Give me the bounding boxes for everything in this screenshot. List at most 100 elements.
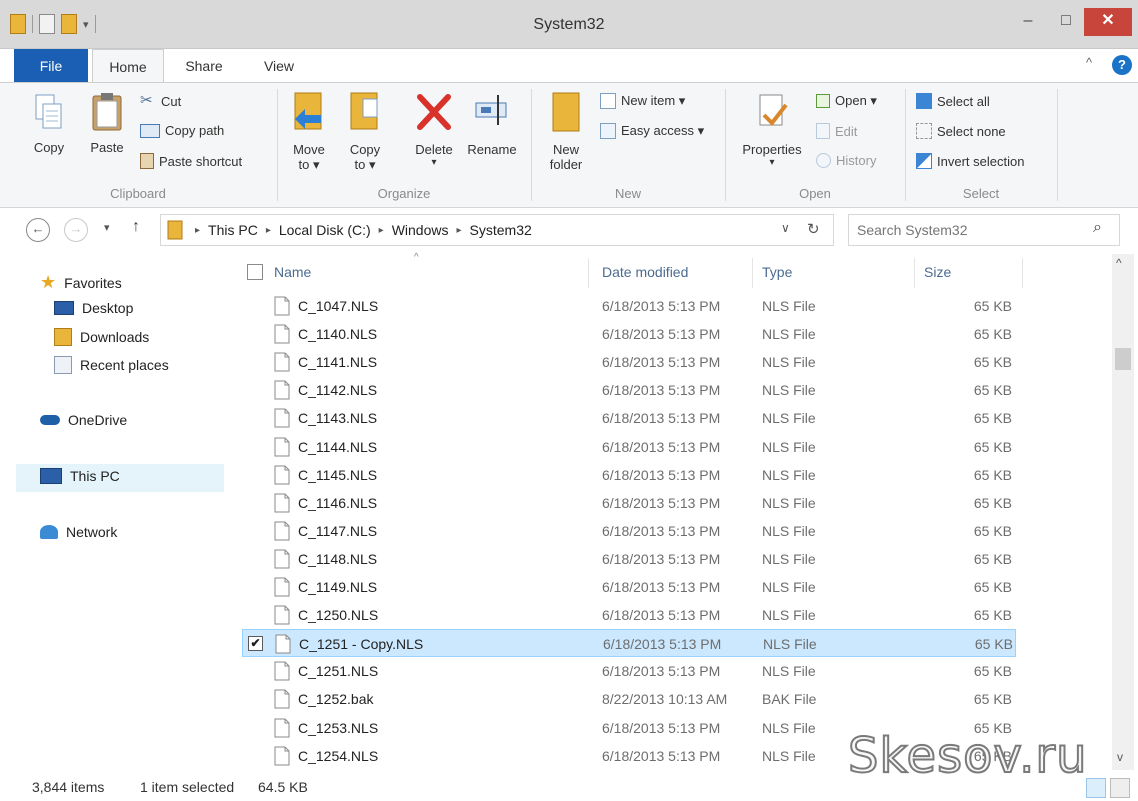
- breadcrumb-this-pc[interactable]: This PC: [208, 222, 258, 238]
- column-header-type[interactable]: Type: [762, 264, 792, 280]
- search-input[interactable]: [855, 219, 1079, 241]
- ribbon-collapse-icon[interactable]: ^: [1086, 55, 1092, 70]
- minimize-button[interactable]: –: [1008, 8, 1048, 36]
- tab-file[interactable]: File: [14, 49, 88, 82]
- file-date-modified: 6/18/2013 5:13 PM: [602, 410, 721, 427]
- copy-path-button[interactable]: Copy path: [140, 123, 224, 138]
- select-all-button[interactable]: Select all: [916, 93, 990, 109]
- select-none-button[interactable]: Select none: [916, 123, 1006, 139]
- file-row[interactable]: C_1250.NLS 6/18/2013 5:13 PM NLS File 65 KB: [242, 601, 1014, 629]
- open-button[interactable]: Open ▾: [816, 93, 877, 109]
- rename-button[interactable]: Rename: [462, 89, 522, 157]
- file-row[interactable]: C_1142.NLS 6/18/2013 5:13 PM NLS File 65 KB: [242, 376, 1014, 404]
- copy-to-button[interactable]: Copy to ▾: [342, 89, 388, 173]
- file-row[interactable]: C_1148.NLS 6/18/2013 5:13 PM NLS File 65 KB: [242, 545, 1014, 573]
- breadcrumb-windows[interactable]: Windows: [392, 222, 449, 238]
- column-header-name[interactable]: Name: [274, 264, 311, 280]
- breadcrumb-separator[interactable]: ▸: [456, 225, 461, 236]
- edit-button[interactable]: Edit: [816, 123, 857, 139]
- file-row[interactable]: C_1144.NLS 6/18/2013 5:13 PM NLS File 65 KB: [242, 433, 1014, 461]
- recent-locations-button[interactable]: ▾: [104, 221, 110, 234]
- file-size: 65 KB: [973, 607, 1012, 624]
- file-row[interactable]: C_1145.NLS 6/18/2013 5:13 PM NLS File 65 KB: [242, 461, 1014, 489]
- cut-button[interactable]: ✂ Cut: [140, 93, 181, 109]
- column-divider[interactable]: [914, 258, 915, 288]
- history-button[interactable]: History: [816, 153, 876, 168]
- file-date-modified: 6/18/2013 5:13 PM: [602, 438, 721, 455]
- forward-button[interactable]: →: [64, 218, 88, 242]
- file-row[interactable]: C_1047.NLS 6/18/2013 5:13 PM NLS File 65 KB: [242, 292, 1014, 320]
- new-group: New folder New item ▾ Easy access ▾ New: [532, 83, 724, 207]
- file-row[interactable]: C_1147.NLS 6/18/2013 5:13 PM NLS File 65 KB: [242, 517, 1014, 545]
- nav-item-desktop[interactable]: Desktop: [54, 300, 133, 316]
- search-box[interactable]: ⌕: [848, 214, 1120, 246]
- file-row[interactable]: C_1149.NLS 6/18/2013 5:13 PM NLS File 65 KB: [242, 573, 1014, 601]
- file-row[interactable]: C_1140.NLS 6/18/2013 5:13 PM NLS File 65 KB: [242, 320, 1014, 348]
- breadcrumb-system32[interactable]: System32: [470, 222, 532, 238]
- nav-item-recent-places[interactable]: Recent places: [54, 356, 169, 374]
- nav-item-favorites[interactable]: ★ Favorites: [40, 272, 122, 293]
- move-to-button[interactable]: Move to ▾: [286, 89, 332, 173]
- back-button[interactable]: ←: [26, 218, 50, 242]
- file-name: C_1149.NLS: [298, 579, 378, 595]
- address-bar[interactable]: ▸ This PC ▸ Local Disk (C:) ▸ Windows ▸ …: [160, 214, 834, 246]
- nav-item-network[interactable]: Network: [40, 524, 117, 540]
- paste-shortcut-button[interactable]: Paste shortcut: [140, 153, 242, 169]
- up-button[interactable]: ↑: [132, 218, 140, 236]
- copy-button[interactable]: Copy: [24, 93, 74, 155]
- column-divider[interactable]: [588, 258, 589, 288]
- scroll-thumb[interactable]: [1115, 348, 1131, 370]
- maximize-button[interactable]: □: [1048, 8, 1084, 36]
- new-folder-button[interactable]: New folder: [540, 89, 592, 172]
- delete-button[interactable]: Delete ▾: [406, 89, 462, 168]
- column-divider[interactable]: [752, 258, 753, 288]
- scissors-icon: ✂: [140, 92, 153, 109]
- close-button[interactable]: ✕: [1084, 8, 1132, 36]
- scroll-down-button[interactable]: v: [1117, 750, 1123, 764]
- paste-button[interactable]: Paste: [82, 91, 132, 155]
- breadcrumb-separator[interactable]: ▸: [379, 225, 384, 236]
- file-row[interactable]: C_1141.NLS 6/18/2013 5:13 PM NLS File 65 KB: [242, 348, 1014, 376]
- new-item-button[interactable]: New item ▾: [600, 93, 685, 109]
- help-icon[interactable]: ?: [1112, 55, 1132, 75]
- file-date-modified: 6/18/2013 5:13 PM: [602, 719, 721, 736]
- nav-item-this-pc[interactable]: This PC: [40, 468, 120, 484]
- file-row[interactable]: C_1143.NLS 6/18/2013 5:13 PM NLS File 65 KB: [242, 404, 1014, 432]
- vertical-scrollbar[interactable]: ^ v: [1112, 254, 1134, 770]
- large-icons-view-icon[interactable]: [1110, 778, 1130, 798]
- properties-button[interactable]: Properties ▾: [732, 91, 812, 168]
- file-row[interactable]: ✔ C_1251 - Copy.NLS 6/18/2013 5:13 PM NLS F…: [242, 629, 1016, 658]
- row-checkbox[interactable]: ✔: [248, 636, 263, 652]
- address-dropdown-button[interactable]: ∨: [781, 221, 790, 235]
- tab-home[interactable]: Home: [92, 49, 164, 84]
- open-group: Properties ▾ Open ▾ Edit History Open: [726, 83, 904, 207]
- ribbon-divider: [1057, 89, 1058, 201]
- file-row[interactable]: C_1146.NLS 6/18/2013 5:13 PM NLS File 65 KB: [242, 489, 1014, 517]
- column-header-size[interactable]: Size: [924, 264, 951, 280]
- file-type: NLS File: [762, 719, 816, 736]
- file-date-modified: 6/18/2013 5:13 PM: [602, 522, 721, 539]
- scroll-up-button[interactable]: ^: [1116, 256, 1122, 270]
- breadcrumb-local-disk[interactable]: Local Disk (C:): [279, 222, 371, 238]
- file-row[interactable]: C_1252.bak 8/22/2013 10:13 AM BAK File 65 K…: [242, 685, 1014, 713]
- file-icon: [274, 661, 290, 681]
- properties-label-2: ▾: [769, 157, 775, 168]
- breadcrumb-separator[interactable]: ▸: [266, 225, 271, 236]
- select-all-checkbox[interactable]: [247, 264, 263, 280]
- easy-access-button[interactable]: Easy access ▾: [600, 123, 704, 139]
- details-view-icon[interactable]: [1086, 778, 1106, 798]
- file-row[interactable]: C_1251.NLS 6/18/2013 5:13 PM NLS File 65 KB: [242, 657, 1014, 685]
- refresh-button[interactable]: ↻: [807, 220, 820, 238]
- folder-icon: [167, 220, 183, 240]
- tab-share[interactable]: Share: [172, 49, 236, 82]
- tab-view[interactable]: View: [248, 49, 310, 82]
- column-header-date-modified[interactable]: Date modified: [602, 264, 688, 280]
- search-icon[interactable]: ⌕: [1093, 219, 1102, 237]
- invert-selection-button[interactable]: Invert selection: [916, 153, 1024, 169]
- invert-selection-icon: [916, 153, 932, 169]
- column-divider[interactable]: [1022, 258, 1023, 288]
- nav-item-downloads[interactable]: Downloads: [54, 328, 149, 346]
- title-bar[interactable]: ▾ System32 – □ ✕: [0, 0, 1138, 49]
- nav-item-onedrive[interactable]: OneDrive: [40, 412, 127, 428]
- file-type: NLS File: [762, 410, 816, 427]
